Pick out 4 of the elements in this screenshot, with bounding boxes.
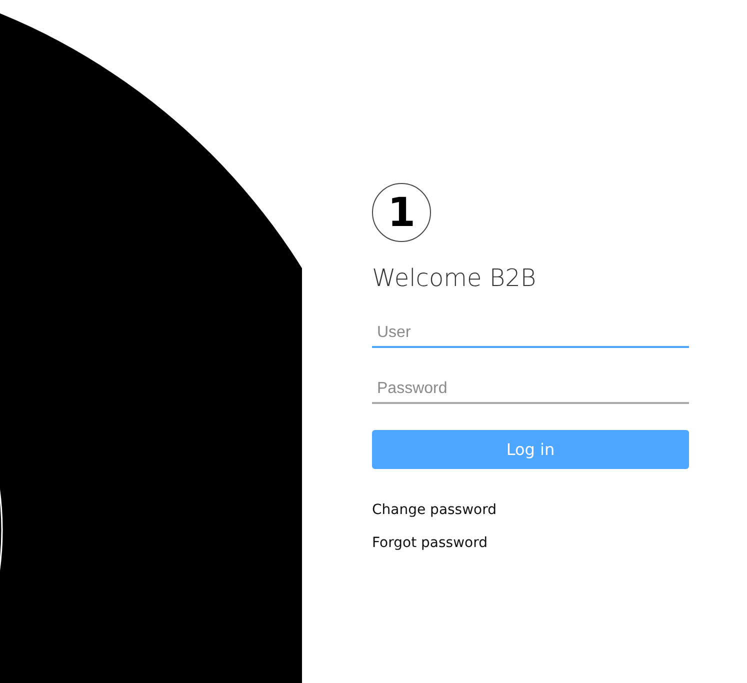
link[interactable]: Forgot password xyxy=(372,533,488,554)
logo: 1 xyxy=(372,183,431,242)
welcome-title: Welcome B2B xyxy=(372,263,536,294)
link[interactable]: Change password xyxy=(372,500,497,521)
